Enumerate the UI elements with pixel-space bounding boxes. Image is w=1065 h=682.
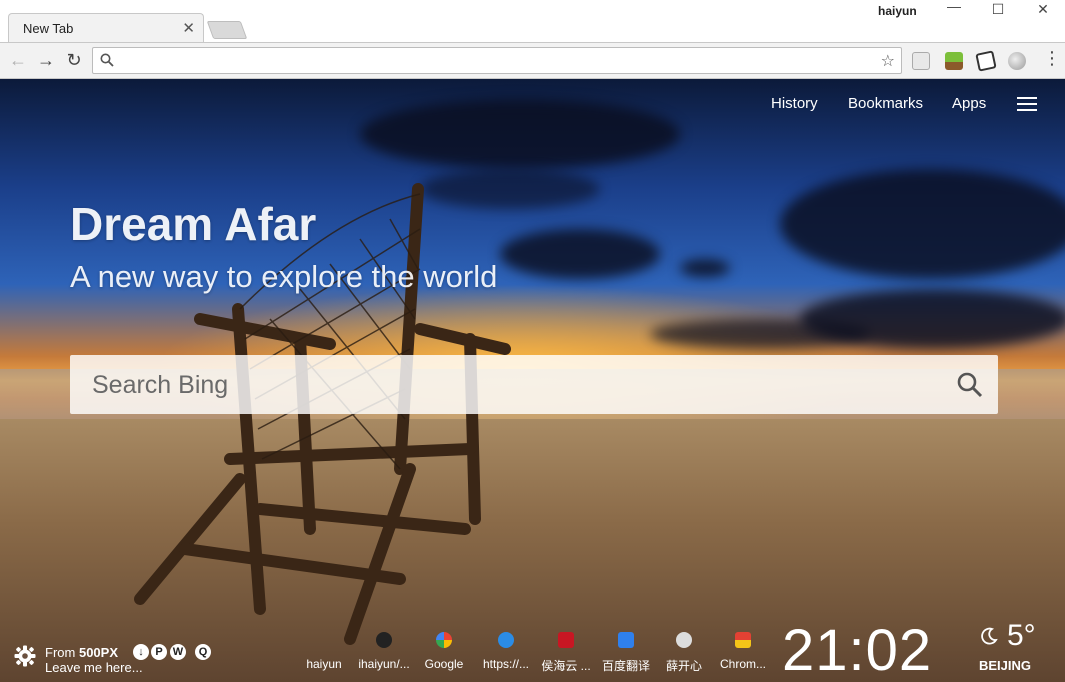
extension-translate-icon[interactable] — [912, 52, 930, 70]
extension-circle-icon[interactable] — [1008, 52, 1026, 70]
forward-button[interactable]: → — [36, 50, 56, 71]
weather-city[interactable]: BEIJING — [979, 658, 1031, 673]
chrome-icon — [735, 632, 751, 648]
shortcut-label: Google — [424, 657, 464, 671]
page-subtitle: A new way to explore the world — [70, 259, 498, 294]
shortcut-label: haiyun — [306, 657, 342, 671]
extension-grass-icon[interactable] — [945, 52, 963, 70]
tab-new-tab[interactable]: New Tab ✕ — [8, 13, 204, 42]
shortcut-https[interactable]: https://... — [474, 632, 538, 671]
extension-box-icon[interactable] — [975, 50, 997, 72]
window-minimize-button[interactable]: — — [944, 0, 964, 14]
hamburger-menu-icon[interactable] — [1017, 97, 1037, 111]
tab-close-icon[interactable]: ✕ — [182, 19, 195, 37]
pinterest-icon[interactable]: P — [151, 644, 167, 660]
shortcut-chrome[interactable]: Chrom... — [711, 632, 775, 671]
search-icon[interactable] — [956, 371, 984, 399]
reload-button[interactable]: ↻ — [64, 50, 84, 71]
bookmarks-link[interactable]: Bookmarks — [848, 95, 923, 112]
weibo-icon[interactable]: W — [170, 644, 186, 660]
apps-link[interactable]: Apps — [952, 95, 986, 112]
haiyun-icon — [316, 632, 332, 648]
smile-icon — [498, 632, 514, 648]
shortcut-label: 百度翻译 — [601, 659, 650, 673]
shortcut-github[interactable]: ihaiyun/... — [352, 632, 416, 671]
browser-titlebar: New Tab ✕ haiyun — ☐ ✕ — [0, 0, 1065, 42]
download-icon[interactable]: ↓ — [133, 644, 149, 660]
bing-search-box — [70, 355, 998, 414]
history-link[interactable]: History — [771, 95, 818, 112]
shortcut-baidu-translate[interactable]: 百度翻译 — [594, 632, 658, 674]
google-icon — [436, 632, 452, 648]
shortcut-label: https://... — [482, 657, 530, 671]
browser-menu-icon[interactable]: ⋮ — [1043, 49, 1061, 67]
moon-icon — [981, 627, 998, 645]
shortcut-google[interactable]: Google — [412, 632, 476, 671]
clock-time: 21:02 — [782, 618, 933, 682]
photo-credit: From 500PX — [45, 645, 118, 660]
bookmark-star-icon[interactable]: ☆ — [881, 51, 895, 71]
credit-from-label: From — [45, 645, 76, 660]
shortcut-haiyun[interactable]: haiyun — [292, 632, 356, 671]
credit-source-link[interactable]: 500PX — [79, 645, 118, 660]
qq-icon[interactable]: Q — [195, 644, 211, 660]
window-maximize-button[interactable]: ☐ — [988, 1, 1008, 18]
settings-gear-icon[interactable] — [14, 645, 36, 667]
shortcut-label: ihaiyun/... — [358, 657, 410, 671]
shortcut-csdn[interactable]: 侯海云 ... — [534, 632, 598, 674]
search-input[interactable] — [90, 365, 944, 405]
csdn-icon — [558, 632, 574, 648]
weather-temperature: 5° — [1007, 619, 1036, 652]
credit-note[interactable]: Leave me here... — [45, 660, 143, 675]
shortcut-xuekaixin[interactable]: 薛开心 — [652, 632, 716, 674]
rabbit-icon — [676, 632, 692, 648]
browser-toolbar: ← → ↻ ☆ ⋮ — [0, 42, 1065, 79]
search-icon — [100, 53, 114, 67]
address-input[interactable] — [121, 51, 865, 72]
address-bar[interactable]: ☆ — [92, 47, 902, 74]
profile-name[interactable]: haiyun — [878, 4, 917, 18]
shortcut-label: 薛开心 — [665, 659, 702, 673]
shortcut-label: Chrom... — [719, 657, 766, 671]
new-tab-page: History Bookmarks Apps Dream Afar A new … — [0, 79, 1065, 682]
window-close-button[interactable]: ✕ — [1033, 1, 1053, 18]
page-title: Dream Afar — [70, 198, 317, 250]
github-icon — [376, 632, 392, 648]
tab-title: New Tab — [23, 21, 74, 36]
translate-icon — [618, 632, 634, 648]
new-tab-button[interactable] — [206, 21, 248, 39]
back-button[interactable]: ← — [8, 50, 28, 71]
shortcut-label: 侯海云 ... — [541, 659, 591, 673]
